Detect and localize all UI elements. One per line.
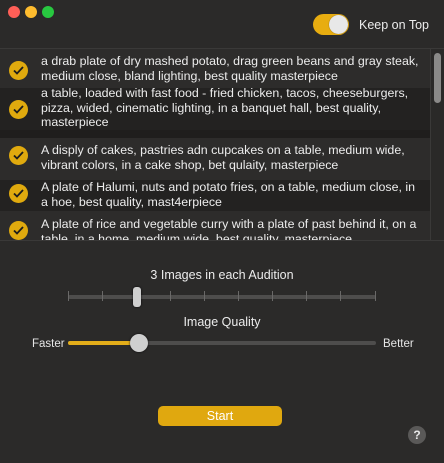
faster-label: Faster <box>32 338 65 350</box>
checkmark-icon[interactable] <box>9 100 28 119</box>
start-button[interactable]: Start <box>158 406 282 426</box>
prompt-text: A plate of rice and vegetable curry with… <box>41 217 417 241</box>
zoom-window-button[interactable] <box>42 6 54 18</box>
checkmark-icon[interactable] <box>9 184 28 203</box>
title-bar: Keep on Top <box>0 0 444 48</box>
settings-panel: 3 Images in each Audition Image Quality … <box>0 242 444 463</box>
prompt-row: a table, loaded with fast food - fried c… <box>0 86 430 130</box>
keep-on-top-toggle[interactable] <box>313 14 349 35</box>
slider-tick <box>306 291 307 301</box>
quality-slider-fill <box>68 341 139 345</box>
prompt-text: a table, loaded with fast food - fried c… <box>41 86 409 130</box>
checkmark-icon[interactable] <box>9 61 28 80</box>
quality-slider-thumb[interactable] <box>130 334 148 352</box>
close-window-button[interactable] <box>8 6 20 18</box>
toggle-knob <box>329 15 348 34</box>
checkmark-icon[interactable] <box>9 146 28 165</box>
list-scrollbar[interactable] <box>430 49 444 240</box>
scrollbar-thumb[interactable] <box>434 53 441 103</box>
image-quality-label: Image Quality <box>183 315 261 329</box>
audition-count-label: 3 Images in each Audition <box>150 268 294 282</box>
prompt-row: A disply of cakes, pastries adn cupcakes… <box>0 138 430 180</box>
prompt-row: a drab plate of dry mashed potato, drag … <box>0 49 430 91</box>
slider-tick <box>170 291 171 301</box>
slider-tick <box>340 291 341 301</box>
better-label: Better <box>383 338 414 350</box>
prompt-text: A disply of cakes, pastries adn cupcakes… <box>41 143 405 172</box>
slider-tick <box>204 291 205 301</box>
audition-slider-track[interactable] <box>68 295 376 299</box>
checkmark-icon[interactable] <box>9 221 28 240</box>
minimize-window-button[interactable] <box>25 6 37 18</box>
keep-on-top-label: Keep on Top <box>359 18 429 32</box>
prompt-row: A plate of rice and vegetable curry with… <box>0 211 430 241</box>
slider-tick <box>68 291 69 301</box>
slider-tick <box>238 291 239 301</box>
slider-tick <box>102 291 103 301</box>
prompt-text: A plate of Halumi, nuts and potato fries… <box>41 180 415 209</box>
quality-slider-track[interactable] <box>68 341 376 345</box>
audition-slider-thumb[interactable] <box>133 287 141 307</box>
prompt-text: a drab plate of dry mashed potato, drag … <box>41 54 419 83</box>
prompt-list[interactable]: a drab plate of dry mashed potato, drag … <box>0 48 444 241</box>
help-button[interactable]: ? <box>408 426 426 444</box>
slider-tick <box>375 291 376 301</box>
slider-tick <box>272 291 273 301</box>
